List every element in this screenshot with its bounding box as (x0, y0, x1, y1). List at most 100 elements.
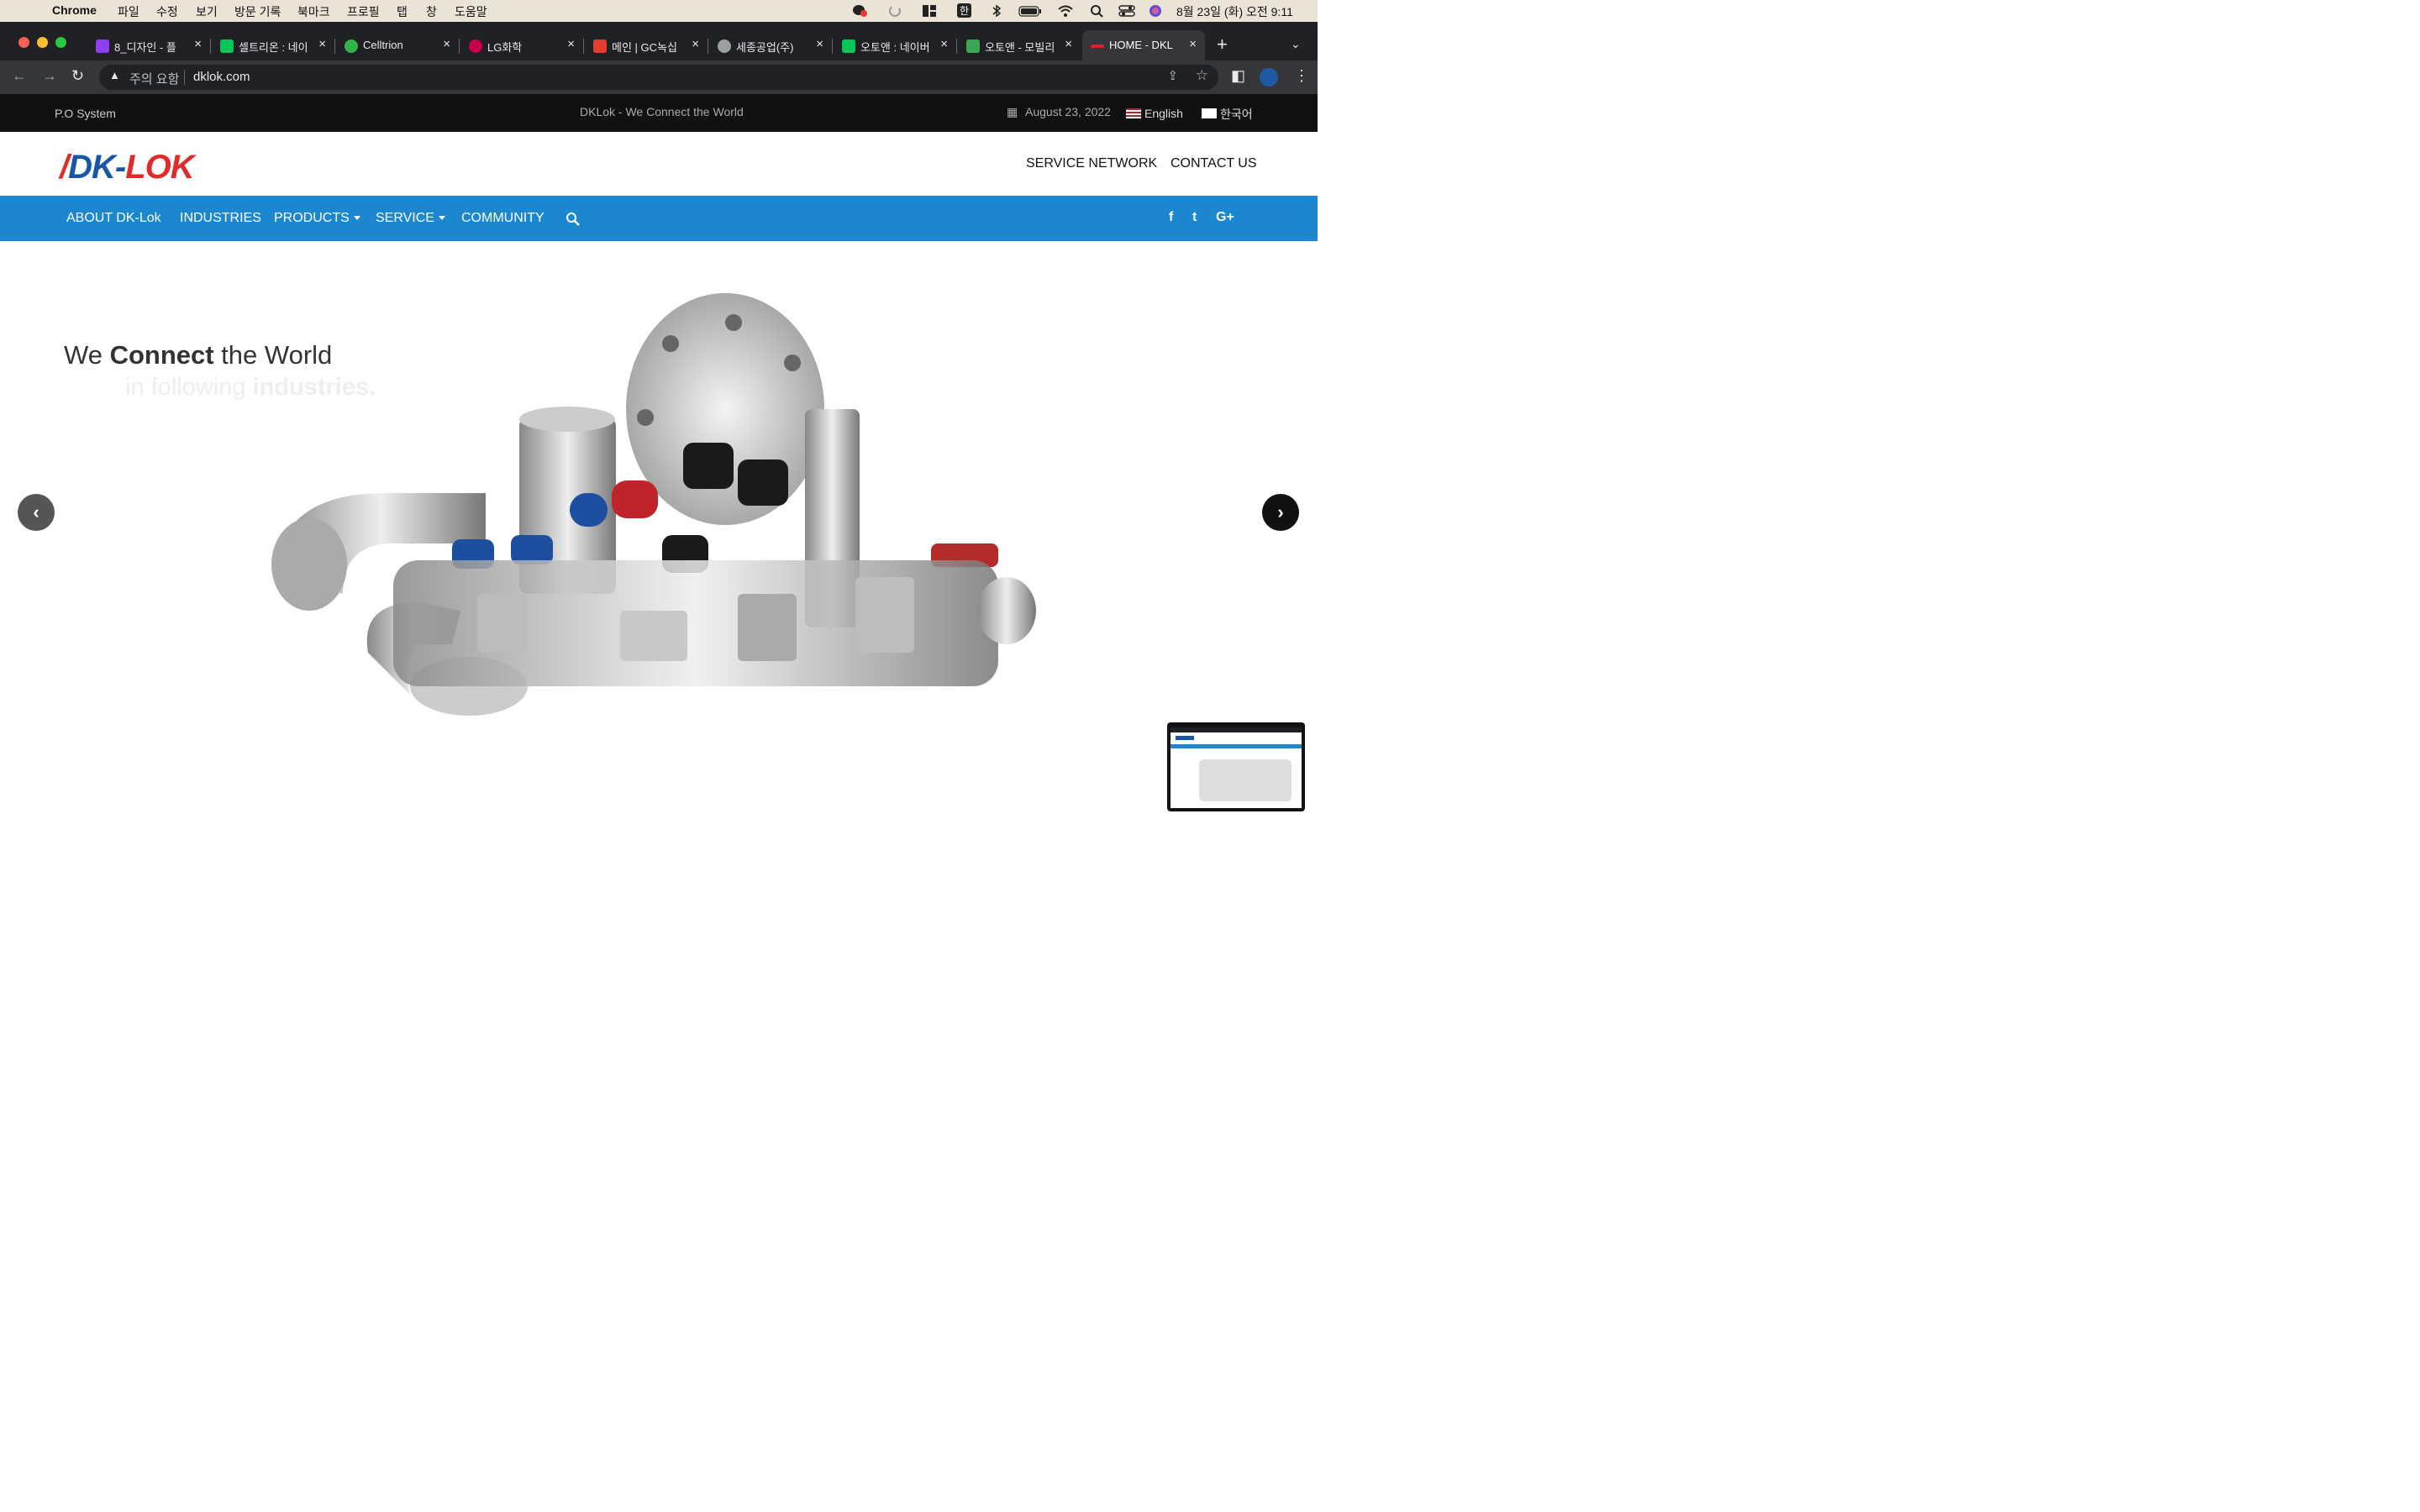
menu-tab[interactable]: 탭 (397, 3, 408, 20)
warning-triangle-icon[interactable]: ▲ (109, 69, 120, 81)
browser-tab[interactable]: LG화학 × (460, 30, 584, 60)
loading-spinner-icon[interactable] (887, 4, 902, 18)
window-minimize-button[interactable] (37, 37, 48, 48)
tab-favicon-icon (345, 39, 358, 53)
nav-products[interactable]: PRODUCTS (274, 211, 360, 226)
nav-industries[interactable]: INDUSTRIES (180, 211, 261, 226)
back-arrow-icon[interactable]: ← (12, 67, 27, 85)
spotlight-search-icon[interactable] (1090, 4, 1105, 18)
tab-close-icon[interactable]: × (443, 37, 450, 51)
site-header: /DK-LOK SERVICE NETWORK CONTACT US (0, 132, 1318, 196)
battery-icon[interactable] (1018, 4, 1042, 18)
tab-close-icon[interactable]: × (1189, 37, 1197, 51)
tab-close-icon[interactable]: × (940, 37, 948, 51)
siri-icon[interactable] (1148, 4, 1163, 18)
browser-tab[interactable]: 오토앤 : 네이버 × (834, 30, 957, 60)
reload-icon[interactable]: ↻ (71, 67, 84, 85)
language-korean-link[interactable]: 한국어 (1220, 106, 1253, 123)
nav-about[interactable]: ABOUT DK-Lok (66, 211, 161, 226)
security-label[interactable]: 주의 요함 (129, 70, 179, 87)
calendar-icon: ▦ (1007, 105, 1018, 118)
window-zoom-button[interactable] (55, 37, 66, 48)
tab-favicon-icon (842, 39, 855, 53)
facebook-icon[interactable]: f (1169, 210, 1173, 225)
control-center-icon[interactable] (1118, 4, 1135, 18)
side-panel-icon[interactable]: ◧ (1231, 67, 1245, 85)
korea-flag-icon[interactable] (1202, 108, 1217, 118)
tab-close-icon[interactable]: × (318, 37, 326, 51)
menu-window[interactable]: 창 (426, 3, 437, 20)
tab-close-icon[interactable]: × (1065, 37, 1072, 51)
hero-headline-part: We (64, 340, 110, 370)
dk-lok-logo[interactable]: /DK-LOK (60, 149, 195, 186)
thumbnail-logo (1176, 736, 1194, 740)
browser-tab[interactable]: 오토앤 - 모빌리 × (958, 30, 1081, 60)
bookmark-star-icon[interactable]: ☆ (1196, 67, 1208, 84)
address-bar[interactable]: ▲ 주의 요함 dklok.com ⇪ ☆ (99, 65, 1218, 90)
profile-avatar[interactable] (1260, 68, 1278, 87)
nav-service[interactable]: SERVICE (376, 211, 445, 226)
tab-separator (210, 39, 211, 54)
app-menu-chrome[interactable]: Chrome (52, 3, 97, 17)
slider-prev-arrow-icon[interactable]: ‹ (18, 494, 55, 531)
chat-notification-icon[interactable] (852, 4, 867, 18)
nav-products-label: PRODUCTS (274, 211, 350, 225)
share-icon[interactable]: ⇪ (1167, 68, 1178, 83)
menu-bookmarks[interactable]: 북마크 (297, 3, 330, 20)
thumbnail-content (1171, 727, 1302, 808)
forward-arrow-icon[interactable]: → (42, 67, 57, 85)
service-network-link[interactable]: SERVICE NETWORK (1026, 156, 1157, 171)
browser-tab[interactable]: 세종공업(주) × (709, 30, 833, 60)
tab-favicon-icon (966, 39, 980, 53)
google-plus-icon[interactable]: G+ (1216, 210, 1234, 225)
language-english-link[interactable]: English (1144, 107, 1183, 120)
tab-title: 오토앤 - 모빌리 (985, 41, 1055, 54)
browser-tab[interactable]: Celltrion × (336, 30, 460, 60)
menu-history[interactable]: 방문 기록 (234, 3, 281, 20)
layout-grid-icon[interactable] (922, 4, 937, 18)
browser-tab[interactable]: 메인 | GC녹십 × (585, 30, 708, 60)
bluetooth-icon[interactable] (989, 4, 1004, 18)
slider-next-arrow-icon[interactable]: › (1262, 494, 1299, 531)
main-navigation: ABOUT DK-Lok INDUSTRIES PRODUCTS SERVICE… (0, 196, 1318, 241)
tab-separator (334, 39, 335, 54)
url-text[interactable]: dklok.com (193, 70, 250, 84)
tab-separator (583, 39, 584, 54)
tab-title: Celltrion (363, 39, 403, 51)
tab-close-icon[interactable]: × (816, 37, 823, 51)
tab-separator (459, 39, 460, 54)
twitter-icon[interactable]: t (1192, 210, 1197, 225)
nav-community[interactable]: COMMUNITY (461, 211, 544, 226)
window-close-button[interactable] (18, 37, 29, 48)
menu-help[interactable]: 도움말 (455, 3, 487, 20)
screenshot-preview-thumbnail[interactable] (1167, 722, 1305, 811)
clock-datetime[interactable]: 8월 23일 (화) 오전 9:11 (1176, 3, 1293, 20)
tab-favicon-icon (1091, 45, 1104, 48)
tab-close-icon[interactable]: × (692, 37, 699, 51)
logo-text-dk: DK- (68, 149, 126, 186)
new-tab-button[interactable]: + (1217, 34, 1228, 64)
contact-us-link[interactable]: CONTACT US (1171, 156, 1257, 171)
browser-tab[interactable]: 8_디자인 - 플 × (87, 30, 211, 60)
wifi-icon[interactable] (1057, 4, 1074, 18)
caret-down-icon (353, 216, 360, 221)
tab-close-icon[interactable]: × (194, 37, 202, 51)
logo-slash: / (60, 149, 69, 186)
browser-toolbar: ← → ↻ ▲ 주의 요함 dklok.com ⇪ ☆ ◧ ⋮ (0, 60, 1318, 94)
menu-file[interactable]: 파일 (118, 3, 139, 20)
input-method-indicator[interactable]: 한 (957, 3, 972, 18)
browser-tab-active[interactable]: HOME - DKL × (1082, 30, 1205, 60)
browser-tab[interactable]: 셀트리온 : 네이 × (212, 30, 335, 60)
search-icon[interactable] (566, 212, 581, 227)
omnibox-divider (184, 70, 185, 85)
more-menu-icon[interactable]: ⋮ (1294, 67, 1309, 85)
menu-view[interactable]: 보기 (196, 3, 218, 20)
us-flag-icon[interactable] (1126, 108, 1141, 118)
tab-close-icon[interactable]: × (567, 37, 575, 51)
thumbnail-nav (1171, 744, 1302, 748)
thumbnail-chrome-bar (1171, 727, 1302, 732)
hero-headline-emphasis: Connect (109, 340, 214, 370)
po-system-link[interactable]: P.O System (55, 107, 116, 120)
menu-edit[interactable]: 수정 (156, 3, 178, 20)
menu-profile[interactable]: 프로필 (347, 3, 380, 20)
